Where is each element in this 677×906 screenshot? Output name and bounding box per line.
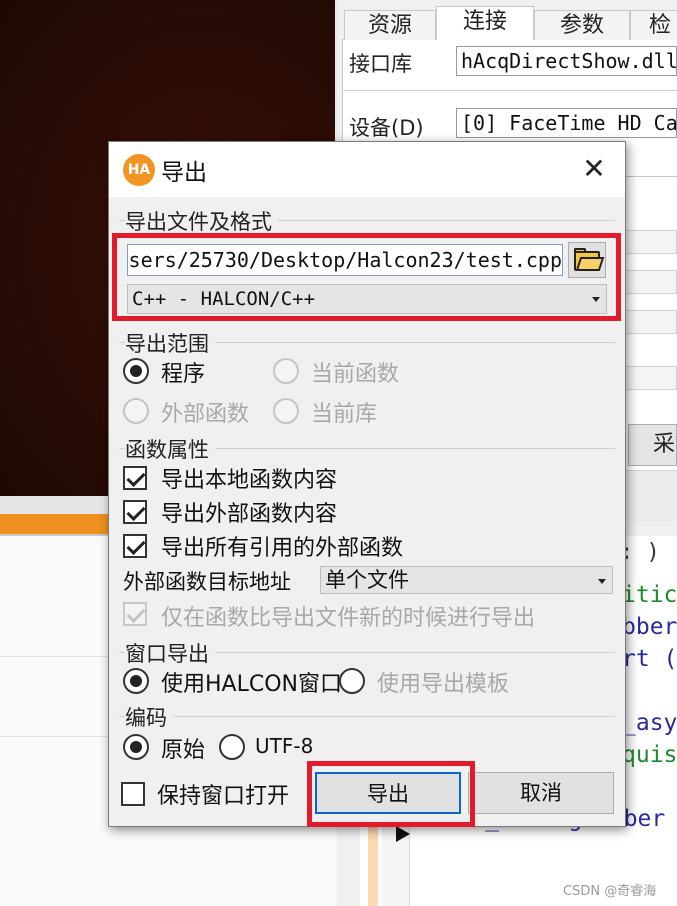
export-local-functions-label[interactable]: 导出本地函数内容 (161, 462, 337, 494)
export-external-functions-label[interactable]: 导出外部函数内容 (161, 496, 337, 528)
device-field[interactable]: [0] FaceTime HD Ca (456, 108, 677, 138)
assistant-tabs: 资源 连接 参数 检 (342, 6, 677, 41)
scope-current-library-radio[interactable] (273, 398, 299, 424)
export-dialog: HA 导出 ✕ 导出文件及格式 C:/Users/25730/Desktop/H… (108, 141, 626, 827)
dialog-title: 导出 (161, 160, 207, 186)
device-label: 设备(D) (349, 116, 424, 140)
watermark: CSDN @奇睿海 (563, 884, 657, 899)
encoding-utf8-radio[interactable] (219, 734, 245, 760)
tab-connection[interactable]: 连接 (436, 6, 534, 41)
export-newer-only-checkbox[interactable] (123, 602, 147, 626)
scope-current-library-label[interactable]: 当前库 (311, 396, 377, 428)
scope-program-radio[interactable] (123, 358, 149, 384)
halcon-logo-icon: HA (123, 154, 155, 186)
field-stub[interactable] (624, 270, 677, 294)
dialog-titlebar[interactable]: HA 导出 ✕ (109, 142, 625, 197)
scope-current-function-radio[interactable] (273, 358, 299, 384)
dropdown-arrow-icon (598, 579, 606, 584)
field-stub[interactable] (624, 310, 677, 334)
group-window-export: 窗口导出 (125, 638, 215, 668)
interface-label: 接口库 (349, 52, 412, 76)
divider (342, 90, 677, 91)
field-stub[interactable] (624, 230, 677, 254)
scope-external-function-label[interactable]: 外部函数 (161, 396, 249, 428)
group-file-format: 导出文件及格式 (125, 206, 278, 236)
external-target-value: 单个文件 (325, 568, 409, 592)
group-scope: 导出范围 (125, 328, 215, 358)
scope-program-label[interactable]: 程序 (161, 356, 205, 388)
close-icon[interactable]: ✕ (575, 150, 613, 188)
group-line (119, 716, 615, 717)
code-line: quis (622, 742, 677, 768)
scope-current-function-label[interactable]: 当前函数 (311, 356, 399, 388)
highlight-box (307, 761, 475, 827)
code-line: itic (622, 582, 677, 608)
export-referenced-functions-label[interactable]: 导出所有引用的外部函数 (161, 530, 403, 562)
encoding-native-label[interactable]: 原始 (161, 732, 205, 764)
group-function-properties: 函数属性 (125, 434, 215, 464)
divider (620, 176, 677, 177)
encoding-utf8-label[interactable]: UTF-8 (255, 734, 313, 758)
keep-open-checkbox[interactable] (121, 782, 145, 806)
export-referenced-functions-checkbox[interactable] (123, 534, 147, 558)
field-stub[interactable] (624, 366, 677, 390)
export-local-functions-checkbox[interactable] (123, 466, 147, 490)
code-line: rt ( (622, 646, 677, 672)
tab-inspect[interactable]: 检 (630, 10, 677, 40)
toolbar-strip (626, 470, 677, 522)
program-counter-icon (396, 826, 410, 842)
export-newer-only-label[interactable]: 仅在函数比导出文件新的时候进行导出 (161, 600, 535, 632)
external-target-select[interactable]: 单个文件 (320, 566, 613, 594)
tab-resources[interactable]: 资源 (344, 10, 436, 40)
acquire-button[interactable]: 采 (628, 424, 677, 466)
use-export-template-radio[interactable] (339, 668, 365, 694)
encoding-native-radio[interactable] (123, 734, 149, 760)
keep-open-label[interactable]: 保持窗口打开 (157, 778, 289, 810)
tab-parameters[interactable]: 参数 (534, 10, 630, 40)
scope-external-function-radio[interactable] (123, 398, 149, 424)
use-export-template-label[interactable]: 使用导出模板 (377, 666, 509, 698)
highlight-box (112, 233, 621, 321)
use-halcon-window-radio[interactable] (123, 668, 149, 694)
use-halcon-window-label[interactable]: 使用HALCON窗口 (161, 666, 342, 698)
export-external-functions-checkbox[interactable] (123, 500, 147, 524)
interface-field[interactable]: hAcqDirectShow.dll (456, 46, 677, 76)
code-line: _asy (622, 710, 677, 736)
code-line: bber (622, 614, 677, 640)
external-target-label: 外部函数目标地址 (123, 570, 291, 594)
group-encoding: 编码 (125, 702, 173, 732)
cancel-button[interactable]: 取消 (468, 772, 614, 814)
